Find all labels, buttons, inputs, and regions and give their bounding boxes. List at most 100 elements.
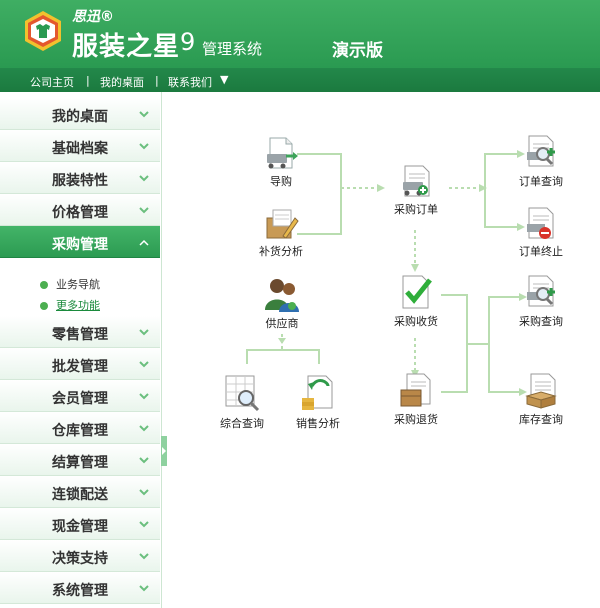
flow-node-label: 订单查询	[519, 175, 563, 188]
app-header: 思迅® 服装之星 9 管理系统 演示版	[0, 0, 600, 68]
version-number: 9	[180, 28, 196, 56]
flow-node-label: 供应商	[265, 317, 299, 330]
flow-node-purchase-order[interactable]: 采购订单	[381, 164, 451, 217]
chevron-down-icon	[139, 457, 149, 464]
sidebar-item-label: 现金管理	[52, 519, 108, 535]
nav-separator: |	[155, 74, 159, 87]
sidebar-item-member-management[interactable]: 会员管理	[0, 380, 160, 412]
sidebar-item-purchase-management[interactable]: 采购管理	[0, 226, 160, 258]
chevron-down-icon	[139, 207, 149, 214]
nav-link-contact[interactable]: 联系我们	[168, 74, 212, 90]
system-label: 管理系统	[202, 40, 263, 58]
brand-title: 服装之星	[72, 32, 181, 62]
flow-node-label: 补货分析	[259, 245, 303, 258]
sidebar-subitem-business-guide[interactable]: 业务导航	[40, 276, 100, 292]
flow-node-label: 综合查询	[220, 417, 264, 430]
sidebar-item-label: 仓库管理	[52, 423, 108, 439]
chevron-down-icon	[139, 489, 149, 496]
flow-node-summary-query[interactable]: 综合查询	[207, 372, 277, 431]
chevron-down-icon	[139, 111, 149, 118]
sidebar-item-label: 我的桌面	[52, 109, 108, 125]
nav-separator: |	[86, 74, 90, 87]
sidebar-item-label: 系统管理	[52, 583, 108, 599]
sidebar-item-label: 结算管理	[52, 455, 108, 471]
box-document-icon	[525, 373, 557, 409]
flow-node-supplier[interactable]: 供应商	[247, 276, 317, 331]
chevron-up-icon	[139, 239, 149, 246]
flow-diagram: 导购 补货分析 供应商 综合查询 销售分析 采购订单 采购收货 采购退货 订单查…	[167, 92, 600, 608]
flow-node-sales-analysis[interactable]: 销售分析	[283, 372, 353, 431]
flow-node-label: 订单终止	[519, 245, 563, 258]
sidebar-subitem-label: 业务导航	[56, 278, 100, 291]
flow-node-label: 导购	[270, 175, 292, 188]
chevron-down-icon	[139, 175, 149, 182]
sidebar: 我的桌面 基础档案 服装特性 价格管理 采购管理 业务导航 更多功能 零售管理 …	[0, 92, 162, 608]
flow-node-label: 采购退货	[394, 413, 438, 426]
flow-node-stock-query[interactable]: 库存查询	[506, 372, 576, 427]
flow-node-label: 采购收货	[394, 315, 438, 328]
arrow-right-icon	[162, 447, 166, 455]
chevron-down-icon	[139, 553, 149, 560]
sidebar-item-label: 零售管理	[52, 327, 108, 343]
top-navbar: 公司主页 | 我的桌面 | 联系我们 ▼	[0, 68, 600, 92]
chevron-down-icon	[139, 393, 149, 400]
flow-node-restock-analysis[interactable]: 补货分析	[246, 206, 316, 259]
sidebar-item-warehouse-management[interactable]: 仓库管理	[0, 412, 160, 444]
bullet-icon	[40, 302, 48, 310]
flow-node-label: 库存查询	[519, 413, 563, 426]
sidebar-item-settlement-management[interactable]: 结算管理	[0, 444, 160, 476]
box-document-icon	[400, 373, 431, 407]
nav-link-home[interactable]: 公司主页	[30, 74, 74, 90]
flow-node-guide[interactable]: 导购	[246, 136, 316, 189]
document-cart-add-icon	[403, 165, 430, 197]
sidebar-item-label: 基础档案	[52, 141, 108, 157]
flow-node-label: 采购查询	[519, 315, 563, 328]
chevron-down-icon	[139, 329, 149, 336]
document-search-add-icon	[527, 275, 555, 307]
brand-subtitle: 思迅®	[72, 9, 114, 25]
sidebar-item-my-desktop[interactable]: 我的桌面	[0, 98, 160, 130]
sidebar-item-label: 决策支持	[52, 551, 108, 567]
sidebar-subitem-label: 更多功能	[56, 299, 100, 312]
sidebar-item-label: 采购管理	[52, 237, 108, 253]
nav-dropdown-icon[interactable]: ▼	[220, 73, 228, 86]
chevron-down-icon	[139, 585, 149, 592]
document-coins-icon	[302, 375, 333, 410]
sidebar-item-label: 连锁配送	[52, 487, 108, 503]
sidebar-item-label: 批发管理	[52, 359, 108, 375]
flow-node-label: 销售分析	[296, 417, 340, 430]
flow-node-purchase-receive[interactable]: 采购收货	[381, 274, 451, 329]
sidebar-item-cash-management[interactable]: 现金管理	[0, 508, 160, 540]
sidebar-item-decision-support[interactable]: 决策支持	[0, 540, 160, 572]
chevron-down-icon	[139, 143, 149, 150]
bullet-icon	[40, 281, 48, 289]
flow-node-order-query[interactable]: 订单查询	[506, 134, 576, 189]
sidebar-item-system-management[interactable]: 系统管理	[0, 572, 160, 604]
nav-link-desktop[interactable]: 我的桌面	[100, 74, 144, 90]
sidebar-item-label: 会员管理	[52, 391, 108, 407]
sidebar-item-basic-archive[interactable]: 基础档案	[0, 130, 160, 162]
sidebar-item-label: 价格管理	[52, 205, 108, 221]
sidebar-subitem-more-functions[interactable]: 更多功能	[40, 297, 100, 313]
sidebar-item-apparel-features[interactable]: 服装特性	[0, 162, 160, 194]
brand-logo-icon	[25, 11, 61, 51]
sidebar-item-chain-distribution[interactable]: 连锁配送	[0, 476, 160, 508]
document-cart-icon	[267, 137, 298, 169]
box-document-edit-icon	[266, 209, 299, 239]
document-check-icon	[402, 275, 432, 309]
flow-node-order-terminate[interactable]: 订单终止	[506, 206, 576, 259]
grid-search-icon	[225, 375, 260, 412]
chevron-down-icon	[139, 425, 149, 432]
flow-node-purchase-query[interactable]: 采购查询	[506, 274, 576, 329]
document-stop-icon	[527, 207, 554, 239]
flow-node-label: 采购订单	[394, 203, 438, 216]
users-icon	[265, 279, 299, 312]
chevron-down-icon	[139, 361, 149, 368]
flow-node-purchase-return[interactable]: 采购退货	[381, 372, 451, 427]
sidebar-item-label: 服装特性	[52, 173, 108, 189]
document-search-add-icon	[527, 135, 555, 167]
sidebar-item-retail-management[interactable]: 零售管理	[0, 316, 160, 348]
sidebar-item-price-management[interactable]: 价格管理	[0, 194, 160, 226]
demo-label: 演示版	[332, 41, 383, 61]
sidebar-item-wholesale-management[interactable]: 批发管理	[0, 348, 160, 380]
